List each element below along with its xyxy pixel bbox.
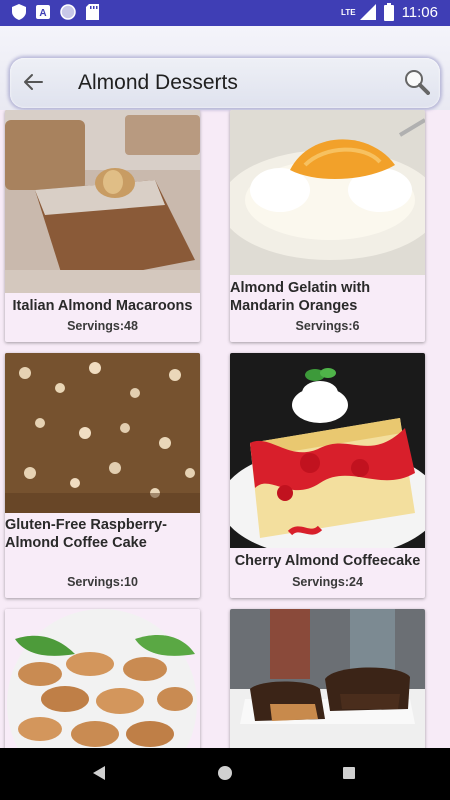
network-type-label: LTE — [341, 7, 356, 17]
recipe-servings: Servings:48 — [67, 319, 138, 333]
recipe-card[interactable] — [5, 609, 200, 748]
recipe-image — [5, 353, 200, 513]
square-recents-icon[interactable] — [343, 767, 355, 779]
triangle-back-icon[interactable] — [92, 765, 106, 781]
clock: 11:06 — [401, 3, 438, 21]
recipe-card[interactable] — [230, 609, 425, 748]
status-bar: A LTE 11:06 — [0, 0, 450, 26]
sd-card-icon — [86, 4, 99, 20]
recipe-image — [5, 609, 200, 748]
search-bar[interactable]: Almond Desserts — [10, 58, 440, 108]
recipe-title: Gluten-Free Raspberry-Almond Coffee Cake — [5, 517, 167, 551]
system-nav-bar — [0, 748, 450, 800]
circle-home-icon[interactable] — [218, 766, 232, 780]
signal-icon — [359, 4, 376, 20]
recipe-servings: Servings:24 — [292, 575, 363, 589]
recipe-image — [230, 609, 425, 748]
recipe-card[interactable]: Italian Almond Macaroons Servings:48 — [5, 110, 200, 342]
recipe-card[interactable]: Almond Gelatin with Mandarin Oranges Ser… — [230, 110, 425, 342]
shield-icon — [12, 4, 26, 20]
battery-icon — [383, 3, 394, 21]
search-query[interactable]: Almond Desserts — [78, 71, 238, 95]
recipe-card[interactable]: Cherry Almond Coffeecake Servings:24 — [230, 353, 425, 598]
recipe-image — [230, 353, 425, 548]
a-badge-icon: A — [36, 5, 50, 19]
recipe-image — [5, 110, 200, 293]
recipe-image — [230, 110, 425, 275]
circle-icon — [60, 4, 76, 20]
recipe-title: Cherry Almond Coffeecake — [234, 553, 421, 569]
svg-text:A: A — [39, 8, 46, 19]
recipe-servings: Servings:10 — [67, 575, 138, 589]
recipe-card[interactable]: Gluten-Free Raspberry-Almond Coffee Cake… — [5, 353, 200, 598]
recipe-grid: Italian Almond Macaroons Servings:48 Alm… — [0, 110, 450, 748]
arrow-left-icon[interactable] — [22, 71, 44, 93]
recipe-title: Italian Almond Macaroons — [12, 298, 193, 314]
recipe-title: Almond Gelatin with Mandarin Oranges — [230, 280, 371, 314]
recipe-servings: Servings:6 — [295, 319, 360, 333]
magnifier-icon[interactable] — [404, 69, 430, 95]
